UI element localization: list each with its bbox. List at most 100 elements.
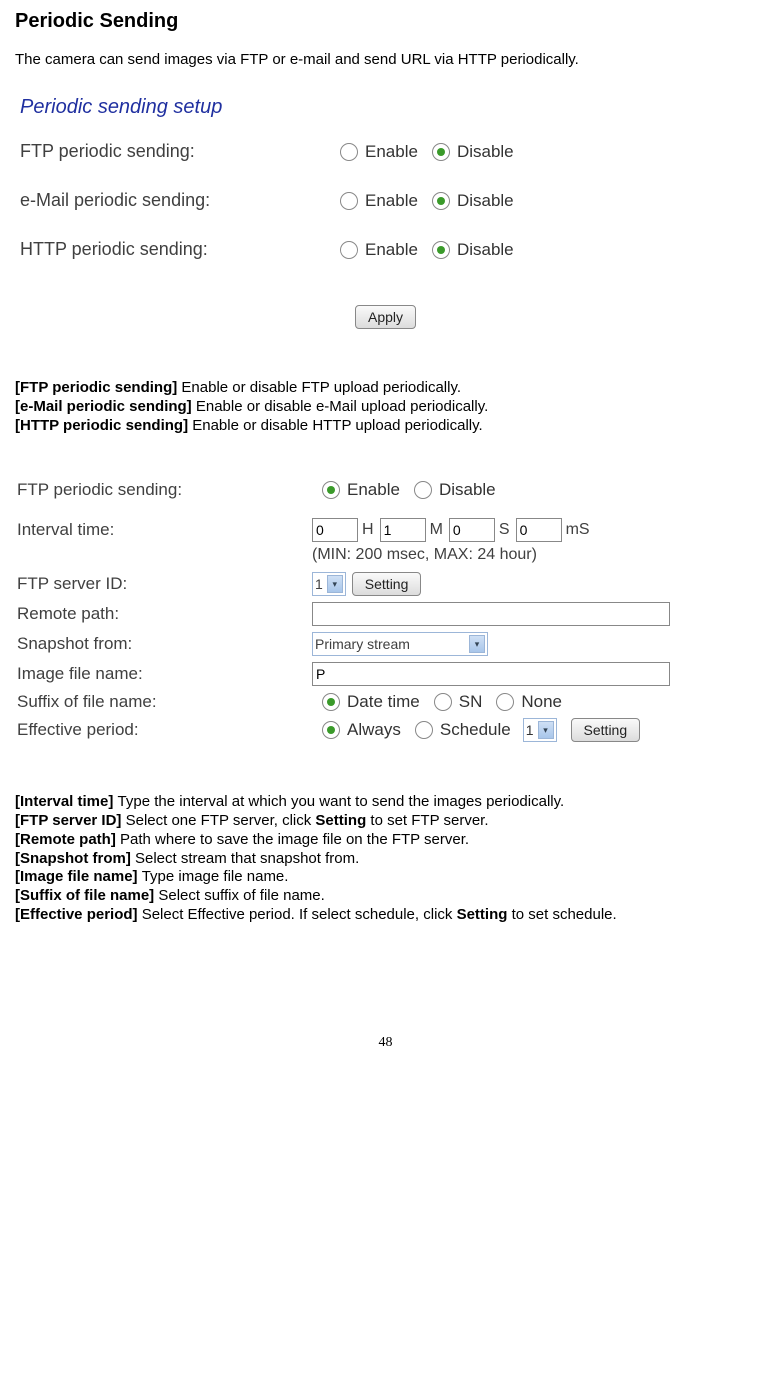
image-file-name-input[interactable] <box>312 662 670 686</box>
desc-ftp-text: Enable or disable FTP upload periodicall… <box>181 379 461 396</box>
suffix-label: Suffix of file name: <box>17 692 312 712</box>
http-enable-radio[interactable] <box>340 241 358 259</box>
d2-suffix-t: Select suffix of file name. <box>158 887 324 904</box>
d2-server-tb: Setting <box>315 812 366 829</box>
d2-remote-t: Path where to save the image file on the… <box>120 831 469 848</box>
d2-interval-b: [Interval time] <box>15 793 118 810</box>
email-periodic-row: e-Mail periodic sending: Enable Disable <box>20 190 751 211</box>
ftp-server-select[interactable]: 1 ▾ <box>312 572 346 596</box>
interval-minutes-input[interactable] <box>380 518 426 542</box>
effective-schedule-label: Schedule <box>440 720 511 740</box>
effective-period-row: Effective period: Always Schedule 1 ▾ Se… <box>17 718 754 742</box>
chevron-down-icon: ▾ <box>469 635 485 653</box>
suffix-datetime-radio[interactable] <box>322 693 340 711</box>
interval-seconds-input[interactable] <box>449 518 495 542</box>
desc-http-text: Enable or disable HTTP upload periodical… <box>192 417 482 434</box>
d2-ifn-t: Type image file name. <box>142 868 289 885</box>
suffix-row: Suffix of file name: Date time SN None <box>17 692 754 712</box>
ftp2-enable-radio[interactable] <box>322 481 340 499</box>
ftp-server-setting-button[interactable]: Setting <box>352 572 422 596</box>
desc-email-bold: [e-Mail periodic sending] <box>15 398 196 415</box>
ftp-disable-radio[interactable] <box>432 143 450 161</box>
snapshot-select[interactable]: Primary stream ▾ <box>312 632 488 656</box>
schedule-setting-button[interactable]: Setting <box>571 718 641 742</box>
interval-row: Interval time: H M S mS <box>17 518 754 542</box>
http-disable-radio[interactable] <box>432 241 450 259</box>
enable-label: Enable <box>365 191 418 211</box>
d2-eff-t1: Select Effective period. If select sched… <box>142 906 457 923</box>
ftp-enable-radio[interactable] <box>340 143 358 161</box>
schedule-select-value: 1 <box>526 722 534 738</box>
suffix-sn-label: SN <box>459 692 483 712</box>
d2-ifn-b: [Image file name] <box>15 868 142 885</box>
enable-label: Enable <box>365 240 418 260</box>
d2-snap-b: [Snapshot from] <box>15 850 135 867</box>
minutes-unit: M <box>430 521 443 539</box>
d2-server-t1: Select one FTP server, click <box>126 812 316 829</box>
desc-email-text: Enable or disable e-Mail upload periodic… <box>196 398 488 415</box>
image-file-name-label: Image file name: <box>17 664 312 684</box>
ftp-periodic-row2: FTP periodic sending: Enable Disable <box>17 480 754 500</box>
suffix-datetime-label: Date time <box>347 692 420 712</box>
snapshot-row: Snapshot from: Primary stream ▾ <box>17 632 754 656</box>
d2-remote-b: [Remote path] <box>15 831 120 848</box>
enable-label: Enable <box>365 142 418 162</box>
remote-path-input[interactable] <box>312 602 670 626</box>
page-title: Periodic Sending <box>15 10 756 33</box>
effective-always-label: Always <box>347 720 401 740</box>
d2-server-b: [FTP server ID] <box>15 812 126 829</box>
snapshot-label: Snapshot from: <box>17 634 312 654</box>
d2-snap-t: Select stream that snapshot from. <box>135 850 359 867</box>
interval-label: Interval time: <box>17 520 312 540</box>
image-file-name-row: Image file name: <box>17 662 754 686</box>
page-number: 48 <box>15 1035 756 1051</box>
suffix-none-label: None <box>521 692 562 712</box>
description-block-2: [Interval time] Type the interval at whi… <box>15 793 756 924</box>
interval-ms-input[interactable] <box>516 518 562 542</box>
periodic-sending-setup-panel: Periodic sending setup FTP periodic send… <box>15 86 756 339</box>
ftp2-disable-radio[interactable] <box>414 481 432 499</box>
snapshot-select-value: Primary stream <box>315 636 410 652</box>
d2-server-t2: to set FTP server. <box>366 812 488 829</box>
d2-eff-b: [Effective period] <box>15 906 142 923</box>
desc-http-bold: [HTTP periodic sending] <box>15 417 192 434</box>
d2-eff-t2: to set schedule. <box>507 906 616 923</box>
chevron-down-icon: ▾ <box>538 721 554 739</box>
hours-unit: H <box>362 521 374 539</box>
effective-schedule-radio[interactable] <box>415 721 433 739</box>
d2-eff-tb: Setting <box>457 906 508 923</box>
http-periodic-row: HTTP periodic sending: Enable Disable <box>20 239 751 260</box>
disable-label: Disable <box>439 480 496 500</box>
disable-label: Disable <box>457 142 514 162</box>
d2-interval-t: Type the interval at which you want to s… <box>118 793 565 810</box>
disable-label: Disable <box>457 240 514 260</box>
seconds-unit: S <box>499 521 510 539</box>
ftp-periodic-label2: FTP periodic sending: <box>17 480 312 500</box>
http-periodic-label: HTTP periodic sending: <box>20 239 330 260</box>
remote-path-row: Remote path: <box>17 602 754 626</box>
apply-button[interactable]: Apply <box>355 305 416 329</box>
interval-hours-input[interactable] <box>312 518 358 542</box>
description-block-1: [FTP periodic sending] Enable or disable… <box>15 379 756 435</box>
enable-label: Enable <box>347 480 400 500</box>
ftp-periodic-label: FTP periodic sending: <box>20 141 330 162</box>
effective-period-label: Effective period: <box>17 720 312 740</box>
intro-text: The camera can send images via FTP or e-… <box>15 51 756 68</box>
panel-title: Periodic sending setup <box>20 96 751 119</box>
chevron-down-icon: ▾ <box>327 575 343 593</box>
remote-path-label: Remote path: <box>17 604 312 624</box>
email-disable-radio[interactable] <box>432 192 450 210</box>
ftp-periodic-row: FTP periodic sending: Enable Disable <box>20 141 751 162</box>
ms-unit: mS <box>566 521 590 539</box>
ftp-server-row: FTP server ID: 1 ▾ Setting <box>17 572 754 596</box>
email-enable-radio[interactable] <box>340 192 358 210</box>
suffix-sn-radio[interactable] <box>434 693 452 711</box>
schedule-select[interactable]: 1 ▾ <box>523 718 557 742</box>
ftp-server-label: FTP server ID: <box>17 574 312 594</box>
ftp-server-select-value: 1 <box>315 576 323 592</box>
suffix-none-radio[interactable] <box>496 693 514 711</box>
desc-ftp-bold: [FTP periodic sending] <box>15 379 181 396</box>
ftp-detail-panel: FTP periodic sending: Enable Disable Int… <box>15 475 756 753</box>
d2-suffix-b: [Suffix of file name] <box>15 887 158 904</box>
effective-always-radio[interactable] <box>322 721 340 739</box>
